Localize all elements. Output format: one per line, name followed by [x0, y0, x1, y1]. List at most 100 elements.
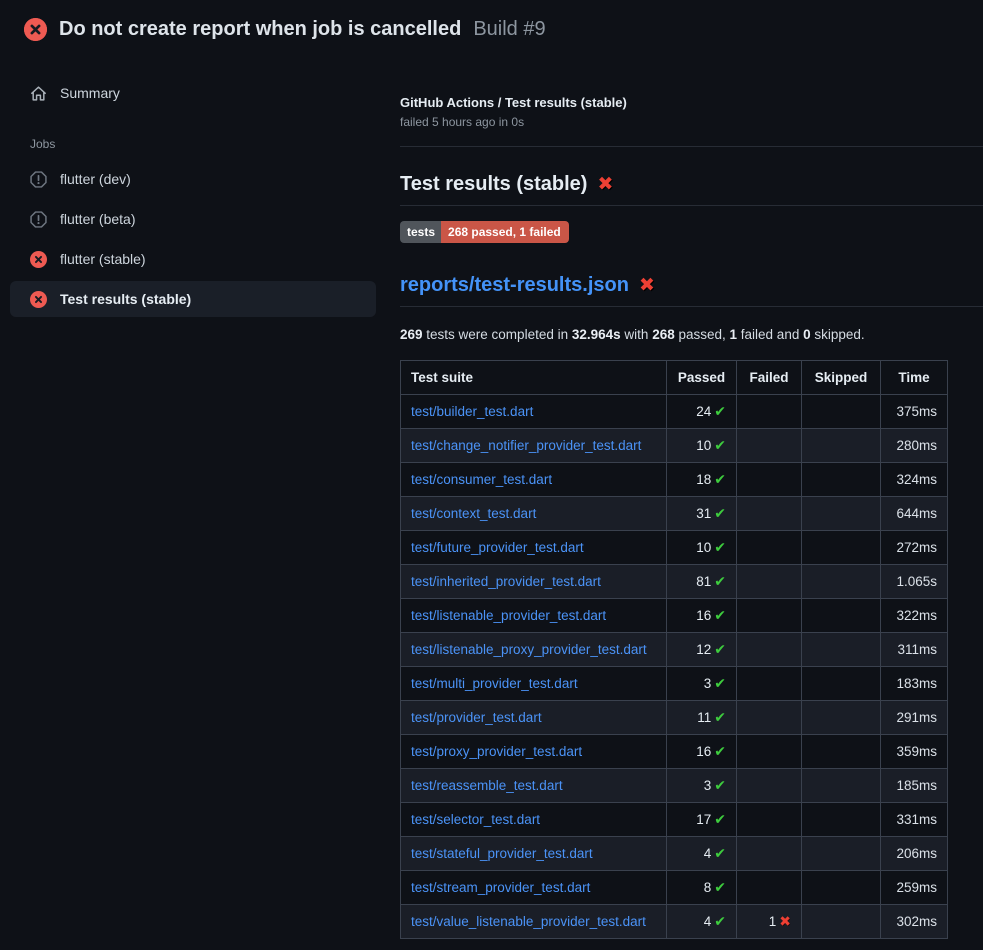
failed-cell: [737, 497, 802, 531]
sidebar-job-item[interactable]: flutter (beta): [10, 201, 376, 237]
time-cell: 302ms: [881, 905, 948, 939]
test-suite-link[interactable]: test/listenable_provider_test.dart: [411, 608, 606, 623]
test-suite-link[interactable]: test/stateful_provider_test.dart: [411, 846, 593, 861]
time-cell: 272ms: [881, 531, 948, 565]
passed-cell: 16✔: [667, 599, 737, 633]
test-suite-cell: test/multi_provider_test.dart: [401, 667, 667, 701]
check-icon: ✔: [714, 607, 726, 623]
skipped-cell: [802, 905, 881, 939]
failed-cell: [737, 667, 802, 701]
skipped-cell: [802, 701, 881, 735]
table-header-row: Test suite Passed Failed Skipped Time: [401, 361, 948, 395]
passed-cell: 4✔: [667, 837, 737, 871]
test-suite-link[interactable]: test/change_notifier_provider_test.dart: [411, 438, 641, 453]
breadcrumb: GitHub Actions / Test results (stable): [400, 95, 983, 110]
test-suite-link[interactable]: test/stream_provider_test.dart: [411, 880, 590, 895]
failed-cell: 1✖: [737, 905, 802, 939]
test-suite-link[interactable]: test/provider_test.dart: [411, 710, 542, 725]
run-status-text: failed 5 hours ago in 0s: [400, 115, 983, 129]
skipped-cell: [802, 429, 881, 463]
job-label: flutter (beta): [60, 211, 135, 227]
test-suite-cell: test/future_provider_test.dart: [401, 531, 667, 565]
workflow-run-title: Do not create report when job is cancell…: [59, 18, 461, 41]
skipped-cell: [802, 599, 881, 633]
sidebar-item-label: Summary: [60, 85, 120, 101]
skipped-cell: [802, 735, 881, 769]
badge-value: 268 passed, 1 failed: [441, 221, 569, 243]
test-suite-link[interactable]: test/proxy_provider_test.dart: [411, 744, 582, 759]
test-suite-link[interactable]: test/value_listenable_provider_test.dart: [411, 914, 646, 929]
test-suite-link[interactable]: test/builder_test.dart: [411, 404, 533, 419]
passed-cell: 81✔: [667, 565, 737, 599]
failed-cell: [737, 429, 802, 463]
table-row: test/stream_provider_test.dart 8✔ 259ms: [401, 871, 948, 905]
table-row: test/consumer_test.dart18✔324ms: [401, 463, 948, 497]
divider: [400, 306, 983, 307]
test-suite-link[interactable]: test/reassemble_test.dart: [411, 778, 563, 793]
passed-cell: 11✔: [667, 701, 737, 735]
check-icon: ✔: [714, 913, 726, 929]
table-row: test/selector_test.dart17✔331ms: [401, 803, 948, 837]
passed-cell: 24✔: [667, 395, 737, 429]
test-suite-link[interactable]: test/multi_provider_test.dart: [411, 676, 578, 691]
divider: [400, 146, 983, 147]
test-summary-text: 269 tests were completed in 32.964s with…: [400, 327, 983, 342]
table-row: test/proxy_provider_test.dart 16✔ 359ms: [401, 735, 948, 769]
job-label: flutter (stable): [60, 251, 146, 267]
time-cell: 1.065s: [881, 565, 948, 599]
failed-cell: [737, 871, 802, 905]
test-suite-cell: test/inherited_provider_test.dart: [401, 565, 667, 599]
table-row: test/context_test.dart31✔644ms: [401, 497, 948, 531]
skipped-cell: [802, 633, 881, 667]
time-cell: 259ms: [881, 871, 948, 905]
test-suite-cell: test/selector_test.dart: [401, 803, 667, 837]
passed-cell: 8✔: [667, 871, 737, 905]
column-header-failed: Failed: [737, 361, 802, 395]
check-icon: ✔: [714, 675, 726, 691]
test-suite-cell: test/listenable_proxy_provider_test.dart: [401, 633, 667, 667]
check-icon: ✔: [714, 879, 726, 895]
check-icon: ✔: [714, 403, 726, 419]
table-row: test/builder_test.dart24✔375ms: [401, 395, 948, 429]
report-heading: reports/test-results.json ✖: [400, 274, 983, 297]
section-title: Test results (stable): [400, 173, 587, 196]
test-suite-link[interactable]: test/context_test.dart: [411, 506, 536, 521]
column-header-skipped: Skipped: [802, 361, 881, 395]
time-cell: 359ms: [881, 735, 948, 769]
test-suite-link[interactable]: test/future_provider_test.dart: [411, 540, 584, 555]
sidebar-job-item[interactable]: Test results (stable): [10, 281, 376, 317]
passed-cell: 16✔: [667, 735, 737, 769]
report-file-link[interactable]: reports/test-results.json: [400, 274, 629, 297]
check-icon: ✔: [714, 709, 726, 725]
tests-status-badge[interactable]: tests 268 passed, 1 failed: [400, 221, 569, 243]
test-suite-cell: test/provider_test.dart: [401, 701, 667, 735]
column-header-time: Time: [881, 361, 948, 395]
time-cell: 206ms: [881, 837, 948, 871]
table-row: test/listenable_provider_test.dart16✔322…: [401, 599, 948, 633]
failed-circle-x-icon: [24, 18, 47, 41]
cancelled-octagon-exclamation-icon: [30, 211, 47, 228]
table-row: test/multi_provider_test.dart3✔183ms: [401, 667, 948, 701]
passed-cell: 12✔: [667, 633, 737, 667]
sidebar-item-summary[interactable]: Summary: [10, 75, 376, 111]
test-results-table: Test suite Passed Failed Skipped Time te…: [400, 360, 948, 939]
time-cell: 644ms: [881, 497, 948, 531]
check-icon: ✔: [714, 573, 726, 589]
test-suite-cell: test/value_listenable_provider_test.dart: [401, 905, 667, 939]
column-header-passed: Passed: [667, 361, 737, 395]
check-icon: ✔: [714, 811, 726, 827]
home-icon: [30, 85, 47, 102]
failed-cell: [737, 735, 802, 769]
test-suite-link[interactable]: test/consumer_test.dart: [411, 472, 552, 487]
test-suite-link[interactable]: test/listenable_proxy_provider_test.dart: [411, 642, 647, 657]
test-suite-link[interactable]: test/selector_test.dart: [411, 812, 540, 827]
column-header-test-suite: Test suite: [401, 361, 667, 395]
table-row: test/future_provider_test.dart10✔272ms: [401, 531, 948, 565]
time-cell: 324ms: [881, 463, 948, 497]
time-cell: 311ms: [881, 633, 948, 667]
table-row: test/change_notifier_provider_test.dart1…: [401, 429, 948, 463]
sidebar-job-item[interactable]: flutter (dev): [10, 161, 376, 197]
test-suite-link[interactable]: test/inherited_provider_test.dart: [411, 574, 601, 589]
check-icon: ✔: [714, 777, 726, 793]
sidebar-job-item[interactable]: flutter (stable): [10, 241, 376, 277]
